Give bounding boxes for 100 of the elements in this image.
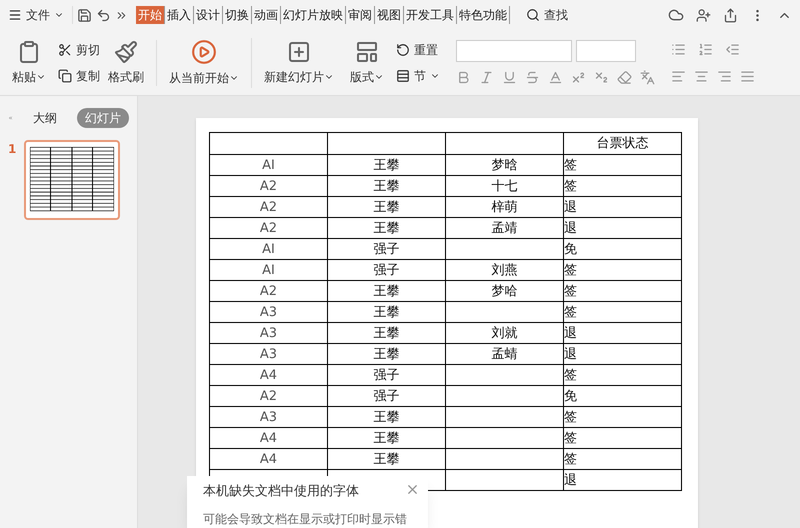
column-header: 台票状态 <box>596 136 648 151</box>
table-cell: 签 <box>564 262 577 278</box>
table-cell: 王攀 <box>374 158 400 172</box>
table-cell: AI <box>262 242 275 256</box>
table-cell: 梦晗 <box>492 158 518 172</box>
table-cell: 签 <box>564 158 577 172</box>
add-user-icon[interactable] <box>696 8 711 22</box>
slide-thumbnail[interactable] <box>24 140 120 220</box>
align-center-icon[interactable] <box>694 68 709 84</box>
strikethrough-icon[interactable] <box>525 70 540 85</box>
new-slide-button[interactable]: 新建幻灯片 <box>260 40 338 86</box>
subscript-icon[interactable] <box>594 70 609 85</box>
table-cell: A3 <box>260 410 278 424</box>
ribbon-tab[interactable]: 视图 <box>375 6 404 24</box>
ribbon-tab[interactable]: 动画 <box>252 6 281 24</box>
table-cell: A3 <box>260 304 278 320</box>
table-cell: A2 <box>260 388 278 404</box>
reset-button[interactable]: 重置 <box>396 40 440 58</box>
sidebar-tab[interactable]: 大纲 <box>25 108 65 128</box>
table-cell: A2 <box>260 284 278 298</box>
paste-button[interactable]: 粘贴 <box>8 40 50 86</box>
ribbon-tab[interactable]: 插入 <box>165 6 194 24</box>
share-icon[interactable] <box>723 8 738 22</box>
table-cell: 王攀 <box>374 430 400 446</box>
table-cell: 王攀 <box>374 220 400 236</box>
numbered-list-icon[interactable] <box>698 42 713 56</box>
bullet-list-icon[interactable] <box>671 42 686 56</box>
ribbon-tab[interactable]: 开发工具 <box>404 6 457 24</box>
table-cell: AI <box>262 262 275 278</box>
table-cell: A3 <box>260 346 278 362</box>
eraser-icon[interactable] <box>617 70 632 85</box>
align-left-icon[interactable] <box>671 68 686 84</box>
ribbon-tab[interactable]: 幻灯片放映 <box>281 6 346 24</box>
menu-icon <box>8 8 22 22</box>
table-cell: 签 <box>564 368 577 382</box>
search-button[interactable]: 查找 <box>526 6 568 24</box>
table-cell: 王攀 <box>374 200 400 214</box>
layout-button[interactable]: 版式 <box>346 40 388 86</box>
table-cell: 签 <box>564 178 577 194</box>
table-cell: A2 <box>260 220 278 236</box>
table-cell: 梓萌 <box>492 200 518 214</box>
format-painter-button[interactable]: 格式刷 <box>108 40 157 86</box>
table-cell: 强子 <box>374 262 400 278</box>
ribbon-tab[interactable]: 切换 <box>223 6 252 24</box>
table-cell: 签 <box>564 430 577 446</box>
table-cell: 王攀 <box>374 346 400 362</box>
close-button[interactable] <box>405 482 420 497</box>
justify-icon[interactable] <box>740 68 755 84</box>
table-cell: 免 <box>564 388 577 404</box>
file-menu[interactable]: 文件 <box>8 6 73 24</box>
table-cell: 王攀 <box>374 326 400 340</box>
bold-icon[interactable] <box>456 70 471 85</box>
table-cell: 梦哈 <box>492 284 518 298</box>
table-cell: 退 <box>564 200 577 214</box>
table-cell: 强子 <box>374 368 400 382</box>
cut-button[interactable]: 剪切 <box>58 40 100 58</box>
ribbon-tab[interactable]: 特色功能 <box>457 6 510 24</box>
font-name-dropdown[interactable] <box>456 40 572 62</box>
notification-title: 本机缺失文档中使用的字体 <box>203 483 360 501</box>
table-cell: 王攀 <box>374 410 400 424</box>
save-icon[interactable] <box>77 8 92 22</box>
font-size-dropdown[interactable] <box>576 40 636 62</box>
italic-icon[interactable] <box>479 70 494 85</box>
table-cell: 签 <box>564 452 577 466</box>
table-cell: A4 <box>260 368 278 382</box>
table-cell: 免 <box>564 242 577 256</box>
new-slide-icon <box>287 40 311 64</box>
underline-icon[interactable] <box>502 70 517 85</box>
copy-button[interactable]: 复制 <box>58 66 100 84</box>
font-color-icon[interactable] <box>548 70 563 85</box>
table-cell: 十七 <box>492 178 518 194</box>
phonetic-icon[interactable] <box>640 70 655 85</box>
reset-icon <box>396 42 410 56</box>
layout-icon <box>355 40 379 64</box>
table-cell: 王攀 <box>374 284 400 298</box>
table-cell: A4 <box>260 430 278 446</box>
notification-message: 可能会导致文档在显示或打印时显示错 <box>203 510 408 528</box>
table-cell: 退 <box>564 346 577 362</box>
table-cell: 强子 <box>374 388 400 404</box>
table-cell: 退 <box>564 326 577 340</box>
ribbon-tab[interactable]: 设计 <box>194 6 223 24</box>
table-cell: 孟靖 <box>492 220 518 236</box>
table-cell: 刘就 <box>492 326 518 340</box>
ribbon-tab[interactable]: 审阅 <box>346 6 375 24</box>
table-cell: AI <box>262 158 275 172</box>
superscript-icon[interactable] <box>571 70 586 85</box>
section-icon <box>396 68 410 82</box>
ribbon-tab[interactable]: 开始 <box>136 6 165 24</box>
table-cell: 孟蜻 <box>492 346 518 362</box>
indent-icon[interactable] <box>725 42 740 56</box>
section-button[interactable]: 节 <box>396 66 440 84</box>
align-right-icon[interactable] <box>717 68 732 84</box>
clipboard-icon <box>17 40 41 64</box>
undo-icon[interactable] <box>96 8 111 22</box>
scissors-icon <box>58 42 72 56</box>
play-from-current-button[interactable]: 从当前开始 <box>165 38 243 86</box>
cloud-icon[interactable] <box>668 7 684 23</box>
paintbrush-icon <box>114 40 138 64</box>
copy-icon <box>58 68 72 82</box>
table-cell: 退 <box>564 472 577 488</box>
